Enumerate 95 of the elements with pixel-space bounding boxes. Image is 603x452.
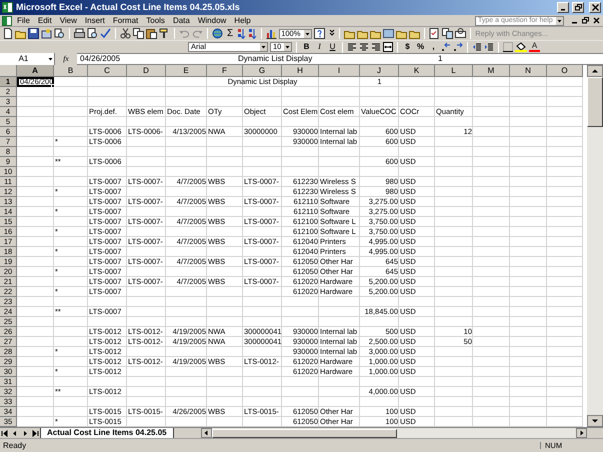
menu-item[interactable]: Help — [231, 16, 254, 24]
print-icon[interactable] — [74, 28, 85, 39]
last-sheet-icon[interactable] — [31, 428, 39, 438]
percent-button[interactable]: % — [415, 43, 426, 51]
merge-center-icon[interactable] — [383, 42, 393, 52]
folder-icon[interactable] — [409, 28, 420, 39]
menu-item[interactable]: Tools — [143, 16, 168, 24]
formula-field[interactable]: 04/26/2005 Dynamic List Display 1 — [77, 53, 603, 65]
menu-item[interactable]: View — [56, 16, 80, 24]
scroll-thumb[interactable] — [587, 77, 603, 127]
close-icon[interactable] — [592, 16, 601, 25]
align-center-icon[interactable] — [359, 42, 369, 52]
column-header[interactable]: G — [243, 65, 282, 77]
paste-icon[interactable] — [146, 28, 157, 39]
scroll-right-icon[interactable] — [576, 428, 587, 438]
menu-item[interactable]: Data — [170, 16, 193, 24]
italic-button[interactable]: I — [314, 43, 325, 51]
menu-item[interactable]: Format — [110, 16, 142, 24]
folder-icon[interactable] — [357, 28, 368, 39]
previous-sheet-icon[interactable] — [11, 428, 19, 438]
column-header[interactable]: J — [360, 65, 399, 77]
column-header[interactable]: I — [319, 65, 360, 77]
align-left-icon[interactable] — [347, 42, 357, 52]
dropdown-arrow-icon[interactable] — [47, 55, 54, 63]
folder-icon[interactable] — [370, 28, 382, 39]
align-right-icon[interactable] — [371, 42, 381, 52]
hyperlink-icon[interactable] — [212, 28, 223, 39]
dropdown-arrow-icon[interactable] — [260, 43, 267, 51]
print-preview-icon[interactable] — [87, 28, 98, 39]
currency-button[interactable]: $ — [402, 43, 413, 51]
minimize-button[interactable] — [557, 2, 569, 13]
column-header[interactable]: A — [17, 65, 54, 77]
close-icon[interactable] — [592, 4, 598, 11]
increase-decimal-icon[interactable] — [441, 42, 451, 52]
menu-item[interactable]: File — [14, 16, 33, 24]
new-document-icon[interactable] — [2, 28, 13, 39]
fill-color-icon[interactable] — [515, 42, 527, 52]
sort-ascending-icon[interactable] — [237, 28, 246, 39]
search-file-icon[interactable] — [54, 28, 65, 39]
vertical-scrollbar[interactable] — [587, 65, 603, 427]
spelling-check-icon[interactable] — [100, 28, 111, 39]
cut-icon[interactable] — [120, 28, 131, 39]
status-text: Ready — [3, 442, 26, 450]
close-button[interactable] — [589, 2, 601, 13]
name-box[interactable]: A1 — [0, 53, 55, 65]
save-icon[interactable] — [28, 28, 39, 39]
column-header[interactable]: F — [207, 65, 243, 77]
spreadsheet-icon[interactable] — [2, 16, 12, 26]
bold-button[interactable]: B — [301, 43, 312, 51]
underline-button[interactable]: U — [327, 43, 338, 51]
restore-button[interactable] — [572, 2, 584, 13]
column-header[interactable]: O — [547, 65, 583, 77]
decrease-indent-icon[interactable] — [472, 42, 482, 52]
scroll-left-icon[interactable] — [200, 428, 212, 438]
scroll-thumb[interactable] — [212, 428, 397, 438]
bar-chart-icon[interactable] — [266, 28, 278, 39]
sheet-tab[interactable]: Actual Cost Line Items 04.25.05 — [40, 428, 174, 438]
menu-item[interactable]: Edit — [34, 16, 55, 24]
scroll-up-icon[interactable] — [587, 65, 603, 77]
format-painter-icon[interactable] — [159, 28, 170, 39]
spreadsheet-icon[interactable] — [2, 2, 13, 13]
window-title: Microsoft Excel - Actual Cost Line Items 04.25.05.xls — [16, 3, 240, 12]
folder-icon[interactable] — [396, 28, 408, 39]
dropdown-arrow-icon[interactable] — [284, 43, 291, 51]
column-header[interactable]: H — [282, 65, 319, 77]
dropdown-arrow-icon[interactable] — [556, 16, 563, 24]
picture-frame-icon[interactable] — [383, 28, 394, 39]
select-all-button[interactable] — [0, 65, 17, 77]
decrease-decimal-icon[interactable] — [453, 42, 463, 52]
column-header[interactable]: B — [54, 65, 88, 77]
horizontal-scrollbar[interactable] — [200, 428, 587, 438]
column-header[interactable]: N — [510, 65, 547, 77]
menu-item[interactable]: Window — [194, 16, 230, 24]
help-icon[interactable] — [314, 28, 326, 39]
menu-item[interactable]: Insert — [82, 16, 108, 24]
column-header[interactable]: D — [127, 65, 166, 77]
fill-handle[interactable] — [51, 84, 55, 88]
sort-descending-icon[interactable] — [248, 28, 258, 39]
scroll-down-icon[interactable] — [587, 415, 603, 427]
autosum-button[interactable]: Σ — [225, 28, 236, 38]
open-folder-icon[interactable] — [15, 28, 26, 39]
increase-indent-icon[interactable] — [484, 42, 494, 52]
column-header[interactable]: M — [473, 65, 510, 77]
comma-button[interactable]: , — [428, 43, 439, 51]
column-header[interactable]: K — [399, 65, 435, 77]
copy-icon[interactable] — [133, 28, 144, 39]
next-sheet-icon[interactable] — [21, 428, 29, 438]
folder-icon[interactable] — [344, 28, 356, 39]
first-sheet-icon[interactable] — [1, 428, 9, 438]
dropdown-arrow-icon[interactable] — [304, 30, 312, 38]
column-header[interactable]: C — [88, 65, 127, 77]
column-header[interactable]: L — [435, 65, 473, 77]
borders-icon[interactable] — [503, 42, 513, 52]
checklist-icon[interactable] — [429, 28, 440, 39]
column-header[interactable]: E — [166, 65, 207, 77]
